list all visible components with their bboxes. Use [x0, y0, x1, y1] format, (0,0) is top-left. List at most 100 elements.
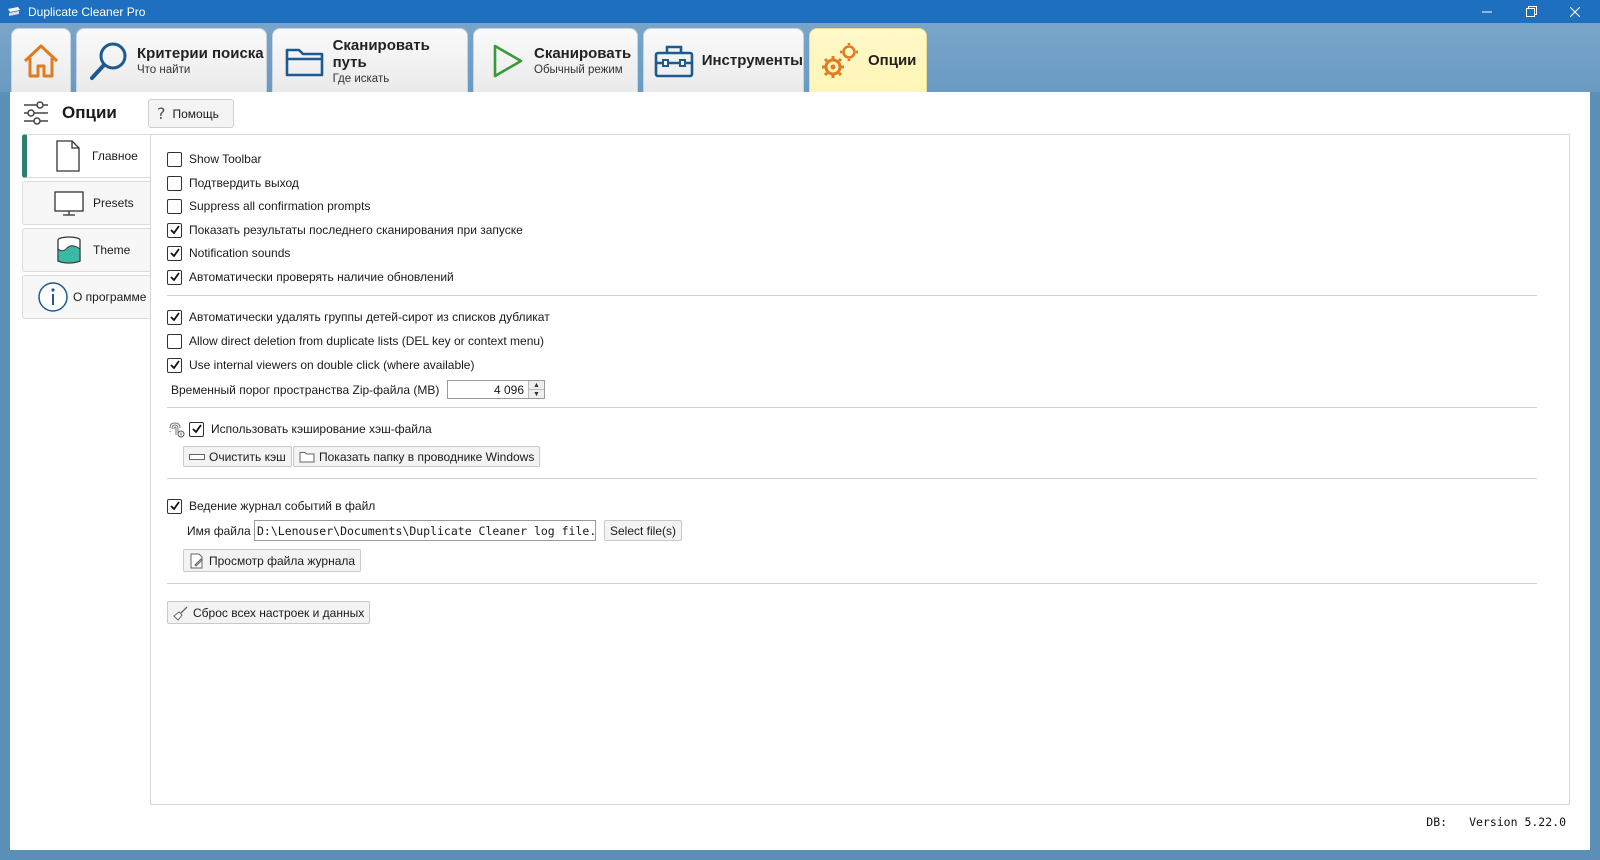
home-icon [17, 37, 65, 85]
notification-sounds-row[interactable]: Notification sounds [167, 243, 290, 263]
auto-updates-checkbox[interactable] [167, 269, 182, 285]
options-header: Опции [22, 98, 117, 128]
auto-remove-orphans-row[interactable]: Автоматически удалять группы детей-сирот… [167, 307, 550, 327]
auto-updates-row[interactable]: Автоматически проверять наличие обновлен… [167, 267, 454, 287]
show-toolbar-row[interactable]: Show Toolbar [167, 149, 262, 169]
separator [167, 407, 1537, 408]
tab-sublabel: Что найти [137, 64, 191, 76]
log-to-file-row[interactable]: Ведение журнал событий в файл [167, 496, 375, 516]
allow-direct-delete-checkbox[interactable] [167, 333, 182, 349]
tab-sublabel: Обычный режим [534, 64, 623, 76]
main-area: Опции ? Помощь Главное Presets Theme О п… [10, 92, 1590, 850]
ribbon: Критерии поиска Что найти Сканировать пу… [0, 23, 1600, 92]
spinner-arrows[interactable]: ▲ ▼ [528, 381, 544, 398]
document-edit-icon [189, 553, 205, 568]
suppress-prompts-checkbox[interactable] [167, 198, 182, 214]
side-tab-theme[interactable]: Theme [22, 228, 152, 272]
tab-home[interactable] [11, 28, 71, 92]
eraser-icon [189, 450, 205, 464]
internal-viewers-checkbox[interactable] [167, 357, 182, 373]
show-last-results-row[interactable]: Показать результаты последнего сканирова… [167, 220, 523, 240]
auto-remove-orphans-label: Автоматически удалять группы детей-сирот… [189, 310, 550, 324]
tab-label: Инструменты [701, 52, 803, 69]
show-folder-label: Показать папку в проводнике Windows [319, 449, 535, 464]
view-log-label: Просмотр файла журнала [209, 553, 356, 568]
tab-label: Сканировать [534, 45, 632, 62]
restore-button[interactable] [1508, 0, 1554, 23]
monitor-icon [51, 187, 87, 219]
allow-direct-delete-row[interactable]: Allow direct deletion from duplicate lis… [167, 331, 544, 351]
zip-threshold-value: 4 096 [493, 382, 524, 397]
show-last-results-label: Показать результаты последнего сканирова… [189, 223, 523, 237]
close-button[interactable] [1552, 0, 1598, 23]
log-to-file-checkbox[interactable] [167, 498, 182, 514]
side-tab-label: О программе [73, 290, 147, 304]
select-files-button[interactable]: Select file(s) [604, 520, 683, 541]
auto-updates-label: Автоматически проверять наличие обновлен… [189, 270, 454, 284]
internal-viewers-label: Use internal viewers on double click (wh… [189, 358, 475, 372]
tab-tools[interactable]: Инструменты [643, 28, 804, 92]
tab-criteria[interactable]: Критерии поиска Что найти [76, 28, 267, 92]
tab-scan-path[interactable]: Сканировать путь Где искать [272, 28, 468, 92]
notification-sounds-label: Notification sounds [189, 246, 291, 260]
confirm-exit-label: Подтвердить выход [189, 176, 299, 190]
log-file-path-input[interactable]: D:\Lenouser\Documents\Duplicate Cleaner … [254, 520, 596, 541]
auto-remove-orphans-checkbox[interactable] [167, 309, 182, 325]
clear-cache-button[interactable]: Очистить кэш [183, 446, 292, 467]
fingerprint-icon [167, 420, 187, 438]
side-tab-presets[interactable]: Presets [22, 181, 152, 225]
title-bar: Duplicate Cleaner Pro [0, 0, 1600, 23]
info-icon [35, 281, 71, 313]
select-files-label: Select file(s) [610, 523, 677, 538]
confirm-exit-row[interactable]: Подтвердить выход [167, 173, 299, 193]
spinner-down-icon[interactable]: ▼ [529, 389, 544, 398]
toolbox-icon [650, 37, 698, 85]
log-to-file-label: Ведение журнал событий в файл [189, 499, 376, 513]
play-icon [482, 37, 530, 85]
separator [167, 295, 1537, 296]
tab-options[interactable]: Опции [809, 28, 927, 92]
hash-cache-checkbox[interactable] [189, 421, 204, 437]
show-folder-button[interactable]: Показать папку в проводнике Windows [293, 446, 541, 467]
app-icon [6, 4, 22, 20]
clear-cache-label: Очистить кэш [209, 449, 286, 464]
help-icon: ? [157, 104, 166, 123]
hash-cache-row[interactable]: Использовать кэширование хэш-файла [167, 419, 432, 439]
reset-all-button[interactable]: Сброс всех настроек и данных [167, 601, 371, 624]
spinner-up-icon[interactable]: ▲ [529, 381, 544, 389]
zip-threshold-label: Временный порог пространства Zip-файла (… [171, 383, 440, 397]
view-log-button[interactable]: Просмотр файла журнала [183, 549, 362, 572]
show-toolbar-label: Show Toolbar [189, 152, 262, 166]
folder-icon [299, 450, 315, 464]
side-tab-about[interactable]: О программе [22, 275, 152, 319]
tab-label: Сканировать путь [332, 36, 430, 71]
hash-cache-label: Использовать кэширование хэш-файла [211, 422, 432, 436]
file-name-label: Имя файла [187, 524, 251, 538]
separator [167, 583, 1537, 584]
show-last-results-checkbox[interactable] [167, 222, 182, 238]
notification-sounds-checkbox[interactable] [167, 245, 182, 261]
suppress-prompts-row[interactable]: Suppress all confirmation prompts [167, 196, 370, 216]
sliders-icon [24, 101, 48, 125]
db-label: DB: [1426, 815, 1448, 829]
options-title: Опции [62, 103, 117, 122]
minimize-button[interactable] [1464, 0, 1510, 23]
tab-label: Опции [868, 52, 917, 69]
separator [167, 478, 1537, 479]
suppress-prompts-label: Suppress all confirmation prompts [189, 199, 371, 213]
help-label: Помощь [172, 106, 219, 121]
tab-sublabel: Где искать [332, 72, 390, 85]
tab-label: Критерии поиска [137, 45, 264, 62]
internal-viewers-row[interactable]: Use internal viewers on double click (wh… [167, 355, 474, 375]
zip-threshold-spinner[interactable]: 4 096 ▲ ▼ [447, 380, 545, 399]
window-title: Duplicate Cleaner Pro [28, 4, 146, 19]
search-icon [85, 37, 133, 85]
help-button[interactable]: ? Помощь [148, 99, 234, 128]
version-label: Version 5.22.0 [1469, 815, 1566, 829]
show-toolbar-checkbox[interactable] [167, 151, 182, 167]
gears-icon [816, 37, 864, 85]
confirm-exit-checkbox[interactable] [167, 175, 182, 191]
allow-direct-delete-label: Allow direct deletion from duplicate lis… [189, 334, 545, 348]
side-tab-general[interactable]: Главное [22, 134, 152, 178]
tab-scan[interactable]: Сканировать Обычный режим [473, 28, 638, 92]
